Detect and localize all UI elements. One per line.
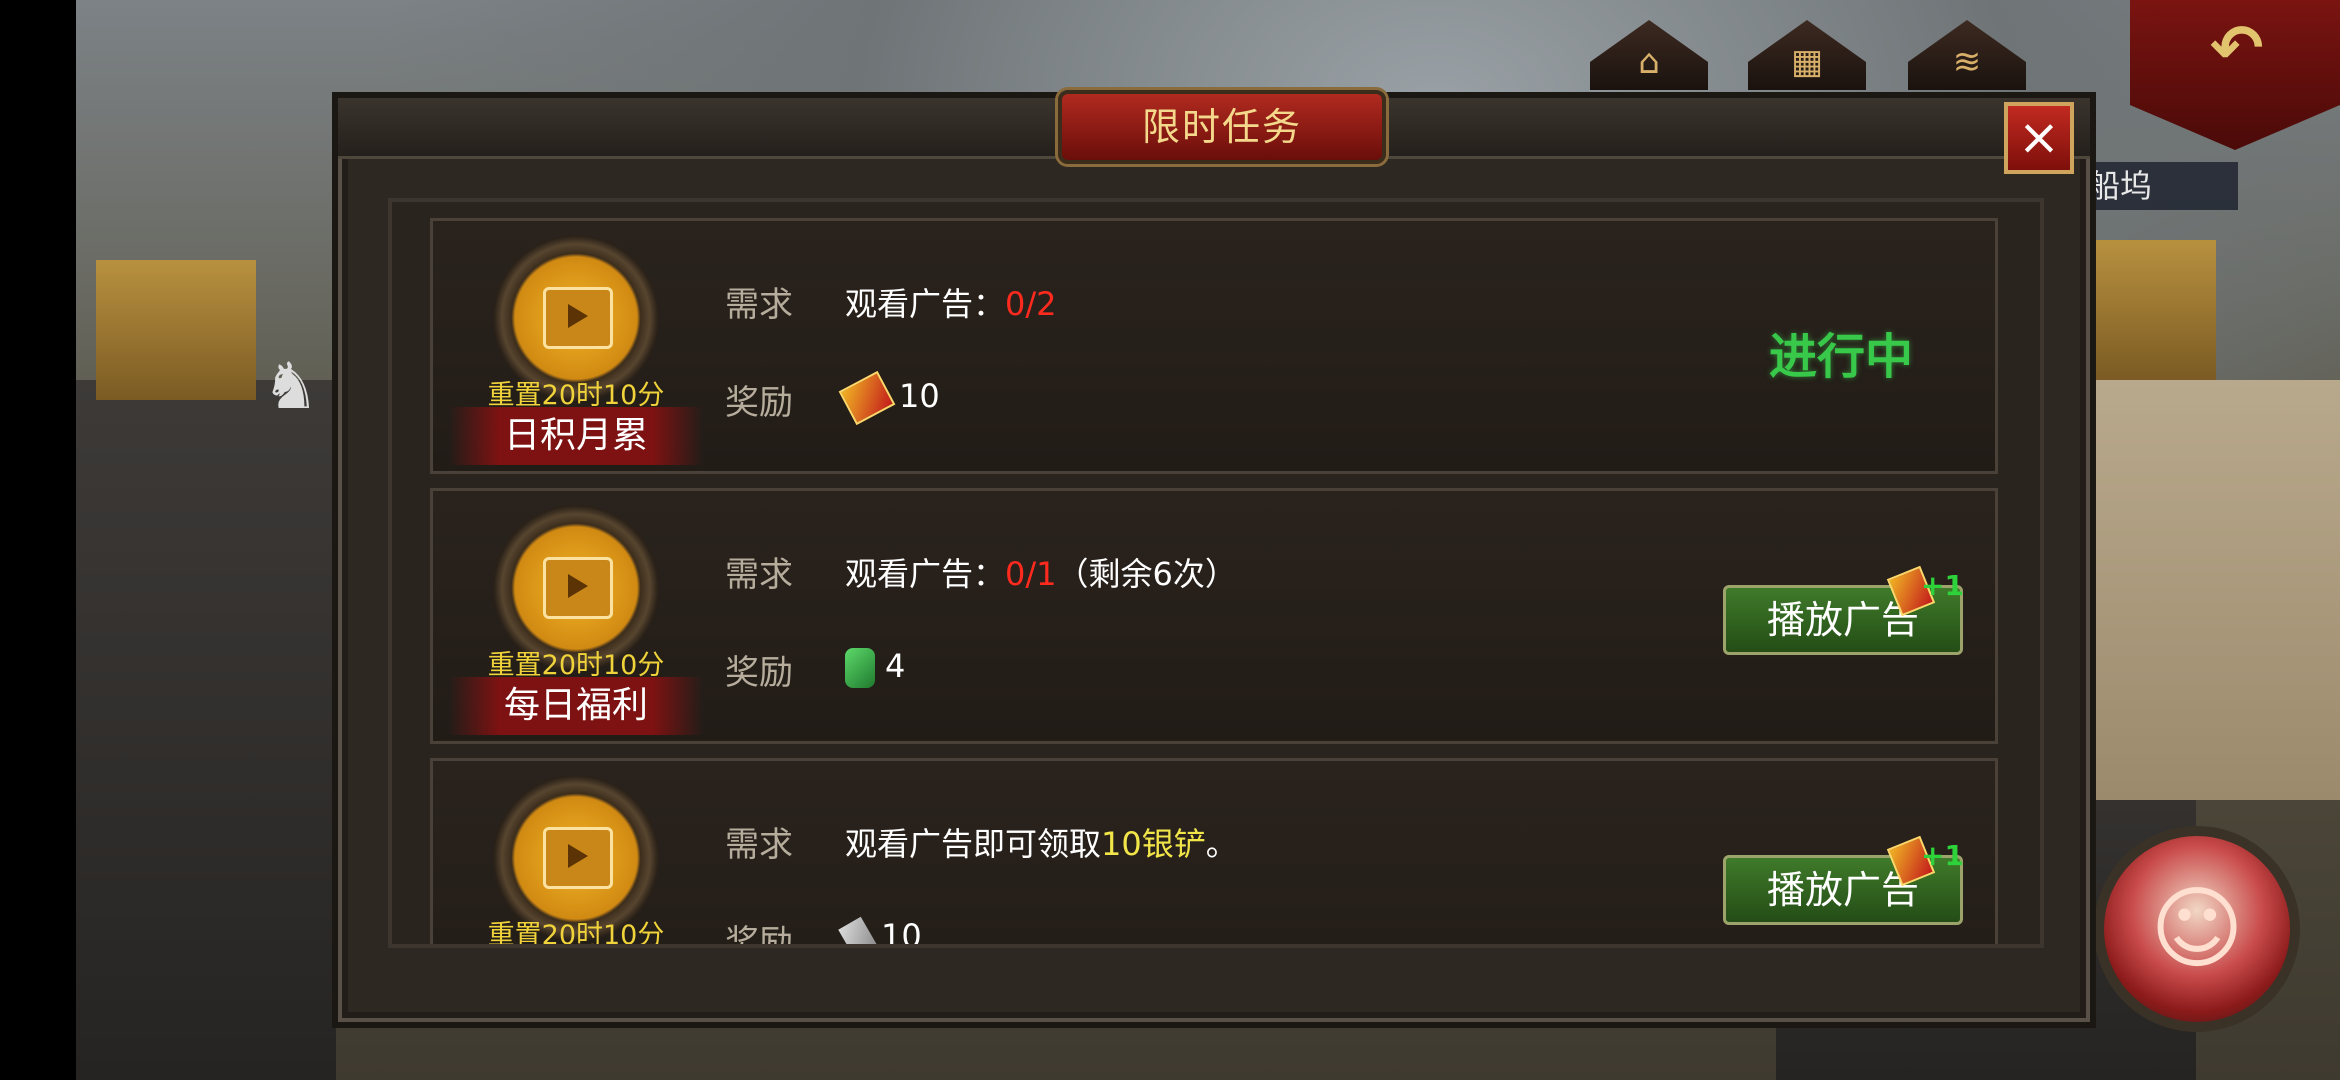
red-token-icon xyxy=(838,370,896,426)
silver-shovel-icon xyxy=(838,916,878,944)
progress-count: 0/1 xyxy=(1005,555,1057,593)
dialog-title: 限时任务 xyxy=(1141,105,1302,149)
status-in-progress: 进行中 xyxy=(1769,329,1914,385)
task-row: 重置20时10分 每日福利 需求 观看广告：0/1（剩余6次） 奖励 4 播放广… xyxy=(430,488,1998,744)
reward-label: 奖励 xyxy=(725,653,793,693)
limited-task-dialog: 限时任务 × 重置20时10分 日积月累 需求 观看广告：0/2 奖励 10 进… xyxy=(332,90,2096,1028)
badge-count: +1 xyxy=(1921,569,1964,602)
task-row: 重置20时10分 日积月累 需求 观看广告：0/2 奖励 10 进行中 xyxy=(430,218,1998,474)
reward-value: 10 xyxy=(838,916,922,944)
screen-edge xyxy=(0,0,76,1080)
green-jade-icon xyxy=(845,648,875,688)
horse-icon[interactable]: ♞ xyxy=(262,350,319,424)
close-icon: × xyxy=(2018,108,2060,166)
task-list[interactable]: 重置20时10分 日积月累 需求 观看广告：0/2 奖励 10 进行中 重置20… xyxy=(388,198,2044,948)
reward-value: 4 xyxy=(845,647,905,688)
requirement-text: 观看广告即可领取10银铲。 xyxy=(845,825,1238,863)
character-portrait-icon[interactable]: ☺ xyxy=(2094,826,2300,1032)
requirement-label: 需求 xyxy=(725,555,793,595)
reset-timer: 重置20时10分 xyxy=(487,920,665,948)
task-name: 每日福利 xyxy=(449,677,703,735)
requirement-label: 需求 xyxy=(725,285,793,325)
building-left xyxy=(76,380,336,1080)
requirement-text: 观看广告：0/2 xyxy=(845,285,1057,323)
requirement-label: 需求 xyxy=(725,825,793,865)
task-name: 日积月累 xyxy=(449,407,703,465)
back-arrow-icon: ↶ xyxy=(2210,12,2264,86)
reward-label: 奖励 xyxy=(725,383,793,423)
progress-count: 0/2 xyxy=(1005,285,1057,323)
close-button[interactable]: × xyxy=(2004,102,2074,174)
dialog-title-plate: 限时任务 xyxy=(1058,90,1386,164)
reward-highlight: 10银铲 xyxy=(1101,825,1206,863)
reward-label: 奖励 xyxy=(725,923,793,948)
building-roof-warm xyxy=(96,260,256,400)
location-label[interactable]: 船坞 xyxy=(2080,162,2238,210)
reward-value: 10 xyxy=(838,370,940,426)
badge-count: +1 xyxy=(1921,839,1964,872)
task-row: 重置20时10分 需求 观看广告即可领取10银铲。 奖励 10 播放广告 +1 xyxy=(430,758,1998,948)
requirement-text: 观看广告：0/1（剩余6次） xyxy=(845,555,1237,593)
